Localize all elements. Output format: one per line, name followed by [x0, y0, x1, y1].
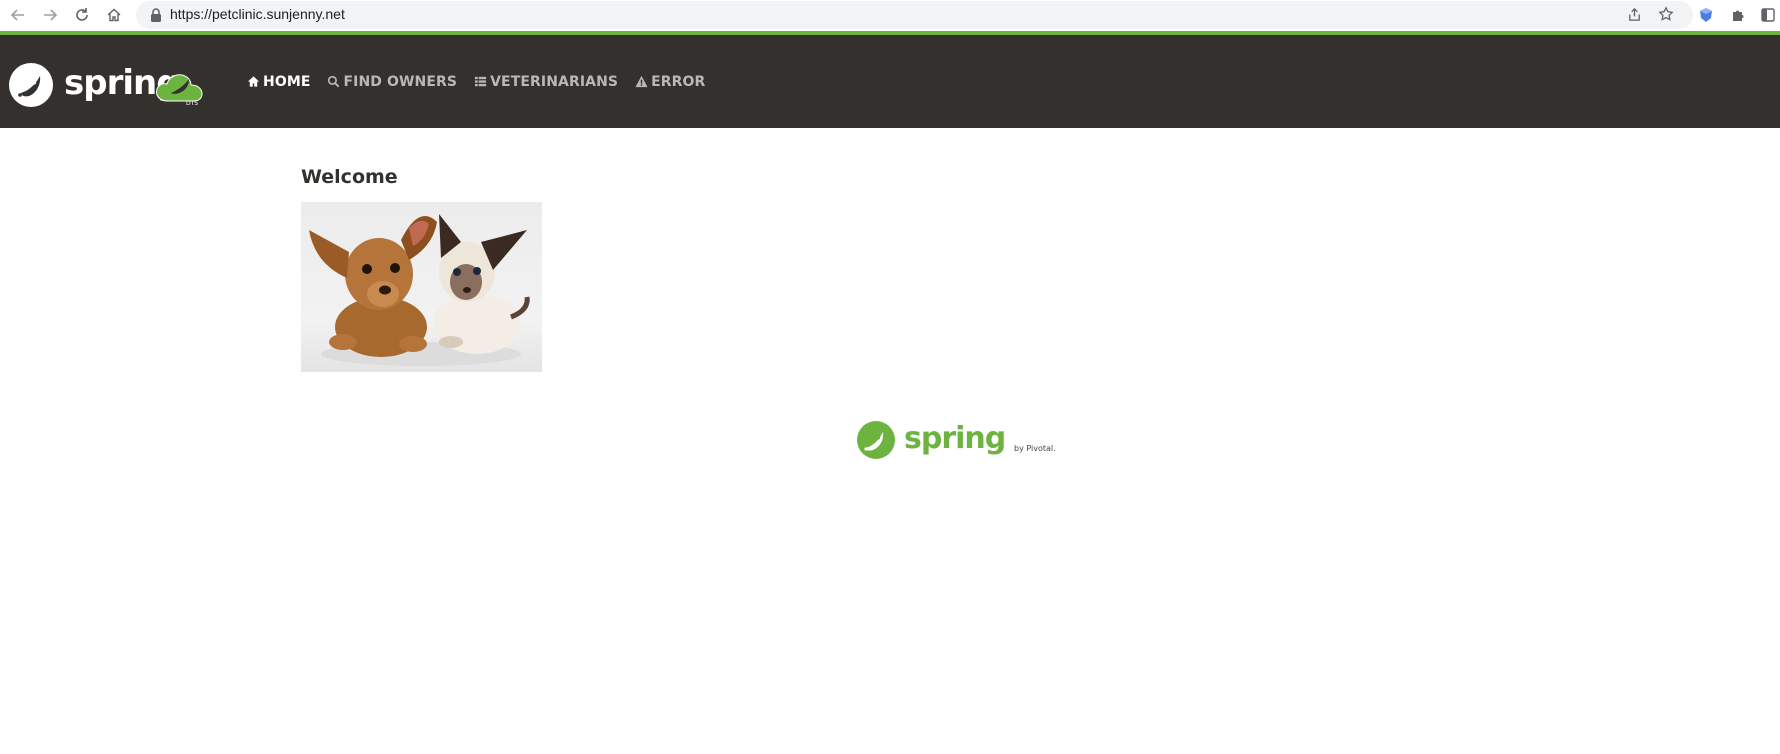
url-text: https://petclinic.sunjenny.net	[170, 6, 345, 22]
nav-home[interactable]: HOME	[246, 74, 311, 90]
footer-spring-logo: spring by Pivotal.	[856, 418, 1061, 464]
lock-icon	[151, 8, 161, 22]
home-icon[interactable]	[102, 3, 126, 27]
share-icon[interactable]	[1624, 4, 1644, 24]
footer-by-text: by Pivotal.	[1014, 444, 1056, 453]
nav-error[interactable]: ERROR	[634, 74, 705, 90]
pets-image	[301, 202, 542, 372]
star-icon[interactable]	[1656, 4, 1676, 24]
list-icon	[473, 75, 487, 89]
back-icon[interactable]	[6, 3, 30, 27]
page-title: Welcome	[301, 166, 398, 188]
spring-brand-logo[interactable]: spring DTS	[8, 61, 238, 109]
nav-find-owners[interactable]: FIND OWNERS	[327, 74, 458, 90]
nav-find-owners-label: FIND OWNERS	[343, 73, 458, 90]
nav-veterinarians[interactable]: VETERINARIANS	[473, 74, 618, 90]
puzzle-icon[interactable]	[1726, 3, 1750, 27]
extension-shield-icon[interactable]	[1694, 3, 1718, 27]
navbar: spring DTS HOME FIND OWNERS VETERINARIAN…	[0, 35, 1780, 128]
nav-home-label: HOME	[263, 73, 311, 90]
nav-error-label: ERROR	[651, 73, 706, 90]
browser-toolbar: https://petclinic.sunjenny.net	[0, 0, 1780, 31]
svg-text:DTS: DTS	[186, 100, 198, 107]
warning-icon	[634, 75, 648, 89]
home-icon	[246, 75, 260, 89]
address-bar[interactable]: https://petclinic.sunjenny.net	[136, 1, 1693, 29]
search-icon	[327, 75, 341, 89]
footer-brand-text: spring	[904, 421, 1005, 456]
forward-icon[interactable]	[38, 3, 62, 27]
nav-veterinarians-label: VETERINARIANS	[490, 73, 619, 90]
sidebar-icon[interactable]	[1756, 3, 1780, 27]
reload-icon[interactable]	[70, 3, 94, 27]
